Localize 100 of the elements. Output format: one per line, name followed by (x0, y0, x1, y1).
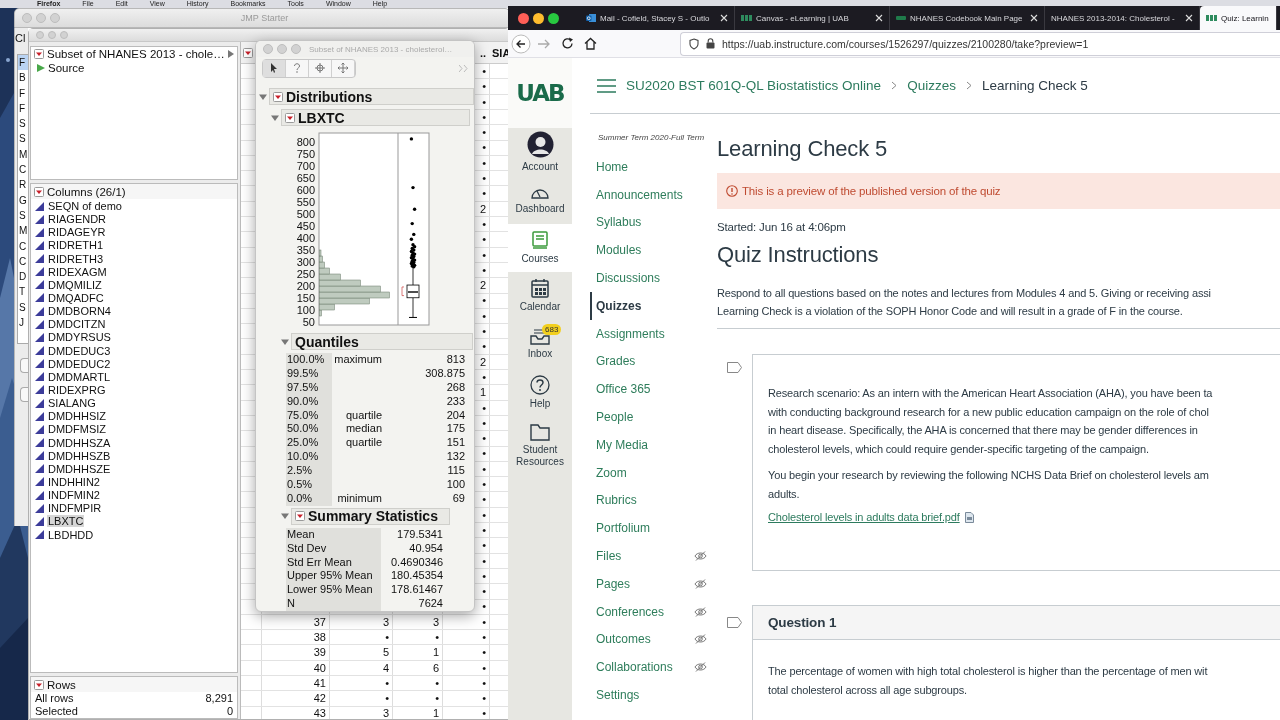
dropdown-icon[interactable] (34, 679, 44, 690)
zoom-button[interactable] (548, 12, 559, 24)
list-item[interactable]: F (18, 55, 28, 71)
column-name[interactable]: DMDBORN4 (47, 305, 112, 318)
dropdown-icon[interactable] (273, 91, 283, 102)
expand-arrow-icon[interactable] (228, 50, 234, 58)
column-name[interactable]: RIDEXPRG (47, 383, 107, 396)
column-name[interactable]: RIDEXAGM (47, 265, 108, 278)
column-name[interactable]: DMDEDUC2 (47, 357, 112, 370)
list-item[interactable]: C (18, 162, 28, 178)
column-name[interactable]: LBXTC (47, 515, 85, 528)
list-item[interactable]: S (18, 116, 28, 132)
column-name[interactable]: RIAGENDR (47, 213, 108, 226)
course-nav-link[interactable]: Grades (590, 347, 717, 376)
dropdown-icon[interactable] (34, 49, 44, 59)
disclosure-icon[interactable] (281, 337, 289, 346)
breadcrumb-link[interactable]: SU2020 BST 601Q-QL Biostatistics Online (626, 78, 882, 93)
dropdown-icon[interactable] (285, 112, 295, 123)
column-name[interactable]: SEQN of demo (47, 200, 123, 212)
outline-header[interactable]: Distributions (269, 88, 474, 105)
column-name[interactable]: DMDYRSUS (47, 331, 112, 344)
arrow-tool-button[interactable] (263, 59, 286, 77)
close-icon[interactable] (1185, 14, 1193, 22)
breadcrumb-link[interactable]: Quizzes (907, 78, 956, 93)
disclosure-icon[interactable] (259, 92, 267, 101)
column-name[interactable]: DMDHHSZB (47, 449, 112, 462)
outline-header[interactable]: Summary Statistics (291, 507, 450, 525)
course-nav-link[interactable]: Discussions (590, 264, 717, 292)
play-triangle-icon[interactable] (37, 64, 45, 72)
list-item[interactable]: S (18, 131, 28, 147)
column-name[interactable]: RIDAGEYR (47, 226, 107, 239)
disclosure-icon[interactable] (271, 113, 279, 122)
global-nav-item[interactable]: Account (508, 128, 572, 176)
dropdown-icon[interactable] (34, 186, 44, 197)
bookmark-icon[interactable] (727, 362, 742, 373)
list-item[interactable]: C (18, 253, 28, 270)
global-nav-item[interactable]: Courses (508, 224, 572, 272)
course-nav-link[interactable]: Home (590, 153, 717, 181)
column-name[interactable]: RIDRETH1 (47, 239, 104, 252)
column-name[interactable]: INDFMPIR (47, 502, 103, 515)
course-nav-link[interactable]: Syllabus (590, 208, 717, 237)
document-icon[interactable] (964, 511, 974, 523)
close-icon[interactable] (1030, 14, 1038, 22)
course-nav-link[interactable]: Zoom (590, 458, 717, 487)
close-icon[interactable] (875, 14, 883, 22)
column-header[interactable]: .. (479, 46, 486, 59)
outline-header[interactable]: Quantiles (291, 333, 473, 350)
minimize-button[interactable] (533, 12, 544, 24)
course-nav-link[interactable]: Pages (590, 569, 717, 598)
menu-icon[interactable] (597, 78, 616, 93)
global-nav-item[interactable]: Dashboard (508, 176, 572, 224)
list-item[interactable]: S (18, 207, 28, 224)
list-item[interactable]: D (18, 269, 28, 285)
course-nav-link[interactable]: Modules (590, 236, 717, 265)
course-nav-link[interactable]: Assignments (590, 319, 717, 348)
course-nav-link[interactable]: My Media (590, 430, 717, 459)
course-nav-link[interactable]: People (590, 403, 717, 431)
browser-tab[interactable]: Quiz: Learnin (1200, 6, 1277, 30)
column-name[interactable]: DMDHHSZE (47, 462, 112, 475)
list-item[interactable]: M (18, 146, 28, 163)
course-nav-link[interactable]: Rubrics (590, 486, 717, 515)
course-nav-link[interactable]: Files (590, 542, 717, 570)
course-nav-link[interactable]: Portfolium (590, 514, 717, 543)
column-name[interactable]: RIDRETH3 (47, 252, 104, 265)
course-nav-link[interactable]: Conferences (590, 597, 717, 626)
list-item[interactable]: J (18, 315, 28, 331)
column-name[interactable]: DMDMARTL (47, 370, 112, 383)
attachment-link[interactable]: Cholesterol levels in adults data brief.pdf (768, 511, 960, 523)
course-nav-link[interactable]: Office 365 (590, 375, 717, 404)
course-nav-link[interactable]: Collaborations (590, 653, 717, 682)
bookmark-icon[interactable] (727, 617, 742, 628)
source-label[interactable]: Source (48, 62, 85, 74)
global-nav-item[interactable]: Calendar (508, 272, 572, 320)
column-name[interactable]: LBDHDD (47, 528, 95, 541)
column-name[interactable]: INDHHIN2 (47, 475, 101, 488)
column-name[interactable]: DMDCITZN (47, 318, 107, 331)
column-name[interactable]: DMDFMSIZ (47, 423, 108, 436)
outline-header[interactable]: LBXTC (281, 109, 470, 126)
logo[interactable]: UAB (508, 58, 572, 128)
column-name[interactable]: DMQADFC (47, 292, 105, 304)
column-name[interactable]: SIALANG (47, 397, 97, 410)
list-item[interactable]: M (18, 223, 28, 239)
address-bar[interactable]: https://uab.instructure.com/courses/1526297/quizzes/2100280/take?preview=1 (680, 31, 1280, 56)
list-item[interactable]: R (18, 177, 28, 193)
list-item[interactable]: F (18, 100, 28, 117)
list-item[interactable]: T (18, 284, 28, 300)
close-button[interactable] (518, 12, 529, 24)
course-nav-link[interactable]: Settings (590, 681, 717, 709)
global-nav-item[interactable]: 683 Inbox (508, 320, 572, 368)
dropdown-icon[interactable] (295, 511, 305, 522)
column-name[interactable]: DMQMILIZ (47, 278, 103, 291)
course-nav-link[interactable]: Announcements (590, 180, 717, 209)
back-button[interactable] (511, 33, 531, 54)
disclosure-icon[interactable] (281, 512, 289, 521)
course-nav-link[interactable]: Quizzes (590, 292, 717, 320)
global-nav-item[interactable]: Student Resources (508, 416, 572, 476)
column-name[interactable]: DMDEDUC3 (47, 344, 112, 357)
list-item[interactable]: G (18, 192, 28, 208)
list-item[interactable]: F (18, 85, 28, 101)
column-name[interactable]: DMDHHSIZ (47, 410, 108, 423)
